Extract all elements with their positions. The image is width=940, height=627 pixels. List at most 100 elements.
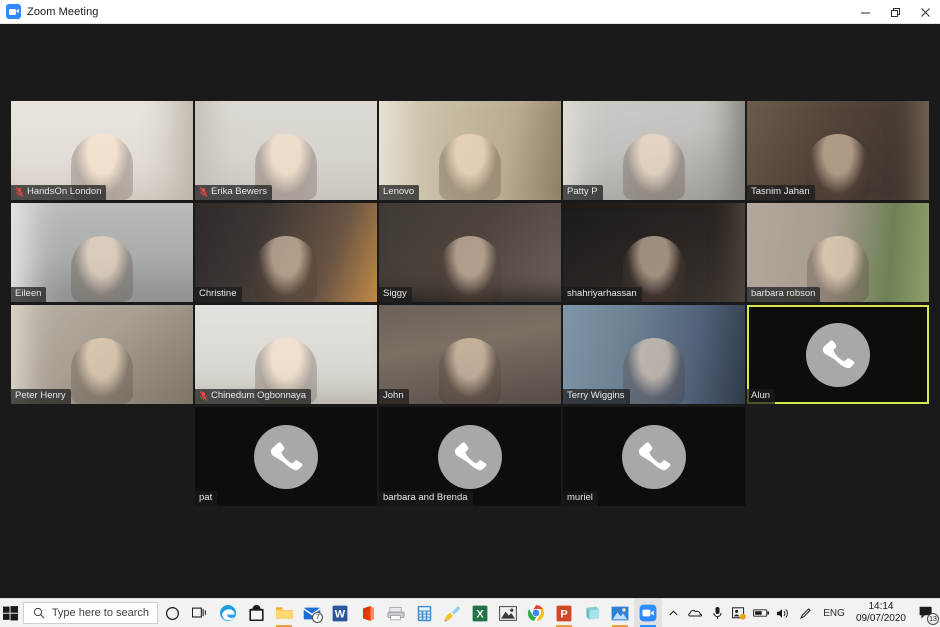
participant-tile[interactable]: Chinedum Ogbonnaya bbox=[195, 305, 377, 404]
phone-handset-icon bbox=[270, 442, 302, 471]
participant-tile[interactable]: Christine bbox=[195, 203, 377, 302]
svg-text:W: W bbox=[335, 608, 346, 620]
search-placeholder: Type here to search bbox=[51, 607, 150, 619]
participant-tile[interactable]: John bbox=[379, 305, 561, 404]
participant-name-label: Siggy bbox=[379, 287, 412, 302]
clock-time: 14:14 bbox=[868, 601, 894, 612]
clock-date: 09/07/2020 bbox=[855, 613, 906, 624]
participant-tile[interactable]: Eileen bbox=[11, 203, 193, 302]
participant-name-text: John bbox=[383, 390, 404, 401]
participant-silhouette bbox=[71, 236, 133, 302]
participant-silhouette bbox=[807, 134, 869, 200]
minimize-icon[interactable] bbox=[850, 0, 880, 24]
participant-name-text: Patty P bbox=[567, 186, 598, 197]
task-view-icon[interactable] bbox=[186, 599, 214, 627]
participant-tile[interactable]: Erika Bewers bbox=[195, 101, 377, 200]
participant-name-text: HandsOn London bbox=[27, 186, 102, 197]
speaker-icon[interactable] bbox=[772, 599, 794, 627]
participant-name-text: Terry Wiggins bbox=[567, 390, 625, 401]
participant-silhouette bbox=[71, 338, 133, 404]
participant-tile[interactable]: muriel bbox=[563, 407, 745, 506]
cortana-icon[interactable] bbox=[158, 599, 186, 627]
participant-silhouette bbox=[439, 236, 501, 302]
taskbar-photos-icon[interactable] bbox=[494, 599, 522, 627]
participant-tile[interactable]: barbara robson bbox=[747, 203, 929, 302]
participant-silhouette bbox=[623, 338, 685, 404]
taskbar-edge-icon[interactable] bbox=[214, 599, 242, 627]
participant-tile[interactable]: Peter Henry bbox=[11, 305, 193, 404]
participant-name-text: Chinedum Ogbonnaya bbox=[211, 390, 307, 401]
grid-empty-cell bbox=[747, 407, 929, 506]
taskbar-calculator-icon[interactable] bbox=[410, 599, 438, 627]
participant-name-label: shahriyarhassan bbox=[563, 287, 642, 302]
participant-row: pat barbara and Brenda muriel bbox=[11, 407, 929, 506]
taskbar-notes-icon[interactable] bbox=[578, 599, 606, 627]
participant-name-text: pat bbox=[199, 492, 213, 503]
participant-name-label: HandsOn London bbox=[11, 185, 107, 200]
participant-name-label: Lenovo bbox=[379, 185, 420, 200]
participant-silhouette bbox=[439, 338, 501, 404]
show-hidden-icons-chevron-up-icon[interactable] bbox=[662, 599, 684, 627]
participant-tile[interactable]: Tasnim Jahan bbox=[747, 101, 929, 200]
participant-name-text: Christine bbox=[199, 288, 237, 299]
taskbar-store-icon[interactable] bbox=[242, 599, 270, 627]
taskbar-powerpoint-icon[interactable]: P bbox=[550, 599, 578, 627]
participant-name-text: barbara and Brenda bbox=[383, 492, 468, 503]
participant-tile[interactable]: pat bbox=[195, 407, 377, 506]
clock[interactable]: 14:14 09/07/2020 bbox=[852, 601, 914, 625]
phone-participant-avatar bbox=[438, 424, 502, 489]
taskbar-word-icon[interactable]: W bbox=[326, 599, 354, 627]
participant-name-label: Terry Wiggins bbox=[563, 389, 630, 404]
participant-silhouette bbox=[439, 134, 501, 200]
close-icon[interactable] bbox=[910, 0, 940, 24]
taskbar-chrome-icon[interactable] bbox=[522, 599, 550, 627]
participant-row: Peter Henry Chinedum Ogbonnaya John Terry W… bbox=[11, 305, 929, 404]
gallery-view: HandsOn London Erika Bewers Lenovo Patty P T… bbox=[0, 24, 940, 598]
taskbar-excel-icon[interactable]: X bbox=[466, 599, 494, 627]
participant-silhouette bbox=[255, 236, 317, 302]
participant-tile[interactable]: shahriyarhassan bbox=[563, 203, 745, 302]
participant-tile[interactable]: Alun bbox=[747, 305, 929, 404]
participant-tile[interactable]: Terry Wiggins bbox=[563, 305, 745, 404]
participant-row: Eileen Christine Siggy shahriyarhassan barba… bbox=[11, 203, 929, 302]
phone-handset-icon bbox=[638, 442, 670, 471]
phone-participant-avatar bbox=[806, 322, 870, 387]
pen-icon[interactable] bbox=[794, 599, 816, 627]
cloud-icon[interactable] bbox=[684, 599, 706, 627]
microphone-icon[interactable] bbox=[706, 599, 728, 627]
battery-icon[interactable] bbox=[750, 599, 772, 627]
participant-tile[interactable]: HandsOn London bbox=[11, 101, 193, 200]
participant-tile[interactable]: barbara and Brenda bbox=[379, 407, 561, 506]
start-button[interactable] bbox=[0, 599, 22, 627]
participant-tile[interactable]: Siggy bbox=[379, 203, 561, 302]
muted-microphone-icon bbox=[199, 391, 208, 401]
participant-tile[interactable]: Lenovo bbox=[379, 101, 561, 200]
window-title: Zoom Meeting bbox=[27, 5, 99, 18]
restore-icon[interactable] bbox=[880, 0, 910, 24]
phone-handset-icon bbox=[454, 442, 486, 471]
participant-name-label: Alun bbox=[747, 389, 776, 404]
participant-name-label: Tasnim Jahan bbox=[747, 185, 815, 200]
participant-name-label: Patty P bbox=[563, 185, 603, 200]
taskbar-paint-icon[interactable] bbox=[438, 599, 466, 627]
taskbar-mail-icon[interactable]: 7 bbox=[298, 599, 326, 627]
participant-name-text: Erika Bewers bbox=[211, 186, 267, 197]
participant-tile[interactable]: Patty P bbox=[563, 101, 745, 200]
notification-count: 13 bbox=[927, 612, 939, 625]
participant-name-text: Lenovo bbox=[383, 186, 415, 197]
notification-icon[interactable]: 13 bbox=[914, 599, 940, 627]
titlebar: Zoom Meeting bbox=[0, 0, 940, 24]
participant-name-label: Erika Bewers bbox=[195, 185, 272, 200]
taskbar-folder-icon[interactable] bbox=[270, 599, 298, 627]
taskbar-printer-icon[interactable] bbox=[382, 599, 410, 627]
update-badge-icon[interactable] bbox=[728, 599, 750, 627]
taskbar-office-icon[interactable] bbox=[354, 599, 382, 627]
participant-name-label: Christine bbox=[195, 287, 242, 302]
participant-grid: HandsOn London Erika Bewers Lenovo Patty P T… bbox=[11, 101, 929, 509]
language-indicator[interactable]: ENG bbox=[816, 608, 852, 619]
taskbar-picture-icon[interactable] bbox=[606, 599, 634, 627]
participant-name-label: John bbox=[379, 389, 409, 404]
taskbar-zoom-icon[interactable] bbox=[634, 598, 663, 627]
search-input[interactable]: Type here to search bbox=[22, 602, 159, 624]
participant-name-text: Siggy bbox=[383, 288, 407, 299]
